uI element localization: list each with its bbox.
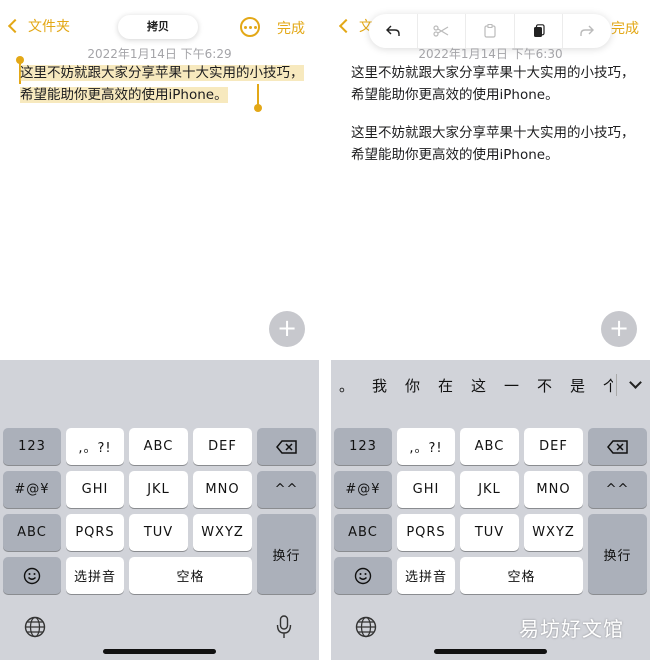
key-123[interactable]: 123: [334, 428, 392, 465]
back-button[interactable]: 文: [338, 16, 373, 36]
back-label: 文件夹: [28, 19, 70, 35]
note-date: 2022年1月14日 下午6:30: [418, 47, 563, 61]
key-def[interactable]: DEF: [193, 428, 252, 465]
divider: [319, 0, 331, 660]
return-key[interactable]: 换行: [257, 514, 316, 594]
right-screenshot: 文 完成 2022年1月14日 下午6:30 这里不妨就跟大家分享苹果十大实用的…: [331, 0, 650, 660]
note-paragraph[interactable]: 这里不妨就跟大家分享苹果十大实用的小技巧，希望能助你更高效的使用iPhone。: [351, 122, 636, 166]
key-pqrs[interactable]: PQRS: [66, 514, 124, 551]
candidate-item[interactable]: 是: [570, 375, 603, 396]
emoji-icon: [23, 567, 41, 584]
key-ghi[interactable]: GHI: [397, 471, 455, 508]
cut-button[interactable]: [418, 14, 467, 48]
key-select-pinyin[interactable]: 选拼音: [66, 557, 124, 594]
key-jkl[interactable]: JKL: [129, 471, 188, 508]
cut-icon: [433, 25, 449, 37]
space-key[interactable]: 空格: [460, 557, 583, 594]
add-button[interactable]: +: [601, 311, 637, 347]
left-screenshot: 文件夹 拷贝 完成 2022年1月14日 下午6:29 这里不妨就跟大家分享苹果…: [0, 0, 319, 660]
copy-button[interactable]: [515, 14, 564, 48]
key-abc[interactable]: ABC: [129, 428, 188, 465]
key-ghi[interactable]: GHI: [66, 471, 124, 508]
space-key[interactable]: 空格: [129, 557, 252, 594]
globe-icon[interactable]: [355, 616, 377, 638]
candidate-item[interactable]: 不: [537, 375, 570, 396]
emoji-key[interactable]: [3, 557, 61, 594]
key-wxyz[interactable]: WXYZ: [524, 514, 583, 551]
key-symbols[interactable]: #@¥: [334, 471, 392, 508]
emoji-icon: [354, 567, 372, 584]
delete-key[interactable]: [588, 428, 647, 465]
key-emoticon[interactable]: ^^: [588, 471, 647, 508]
key-def[interactable]: DEF: [524, 428, 583, 465]
copy-icon: [533, 24, 545, 37]
key-pqrs[interactable]: PQRS: [397, 514, 455, 551]
key-symbols[interactable]: #@¥: [3, 471, 61, 508]
chevron-down-icon[interactable]: [629, 376, 642, 389]
keyboard: 123 ,。?! ABC DEF #@¥ GHI JKL MNO ^^ ABC …: [0, 360, 319, 660]
paste-button[interactable]: [466, 14, 515, 48]
key-punctuation[interactable]: ,。?!: [66, 428, 124, 465]
key-jkl[interactable]: JKL: [460, 471, 519, 508]
key-wxyz[interactable]: WXYZ: [193, 514, 252, 551]
delete-icon: [606, 439, 628, 454]
key-punctuation[interactable]: ,。?!: [397, 428, 455, 465]
redo-button[interactable]: [563, 14, 611, 48]
key-abc-mode[interactable]: ABC: [3, 514, 61, 551]
key-abc[interactable]: ABC: [460, 428, 519, 465]
key-123[interactable]: 123: [3, 428, 61, 465]
candidate-item[interactable]: 你: [405, 375, 438, 396]
key-tuv[interactable]: TUV: [129, 514, 188, 551]
add-button[interactable]: +: [269, 311, 305, 347]
done-button[interactable]: 完成: [277, 18, 305, 38]
key-mno[interactable]: MNO: [524, 471, 583, 508]
done-button[interactable]: 完成: [611, 18, 639, 38]
home-indicator: [103, 649, 216, 654]
chevron-left-icon: [338, 18, 354, 34]
note-paragraph[interactable]: 这里不妨就跟大家分享苹果十大实用的小技巧，希望能助你更高效的使用iPhone。: [351, 62, 636, 106]
candidate-separator: [616, 374, 617, 396]
delete-key[interactable]: [257, 428, 316, 465]
home-indicator: [434, 649, 547, 654]
ellipsis-circle-icon[interactable]: [240, 17, 260, 37]
candidate-item[interactable]: 这: [471, 375, 504, 396]
candidate-item[interactable]: 在: [438, 375, 471, 396]
note-body[interactable]: 这里不妨就跟大家分享苹果十大实用的小技巧，希望能助你更高效的使用iPhone。: [20, 62, 305, 106]
note-date: 2022年1月14日 下午6:29: [87, 47, 232, 61]
candidate-item[interactable]: 一: [504, 375, 537, 396]
watermark-text: 易坊好文馆: [519, 617, 624, 641]
selected-text: 这里不妨就跟大家分享苹果十大实用的小技巧，希望能助你更高效的使用iPhone。: [20, 65, 304, 103]
candidate-item[interactable]: 个: [603, 375, 613, 396]
copy-popup-button[interactable]: 拷贝: [118, 15, 198, 39]
candidate-bar: 。 我 你 在 这 一 不 是 个: [331, 360, 650, 410]
candidate-item[interactable]: 我: [372, 375, 405, 396]
paste-icon: [484, 24, 496, 38]
key-tuv[interactable]: TUV: [460, 514, 519, 551]
chevron-left-icon: [7, 18, 23, 34]
emoji-key[interactable]: [334, 557, 392, 594]
key-emoticon[interactable]: ^^: [257, 471, 316, 508]
globe-icon[interactable]: [24, 616, 46, 638]
return-key[interactable]: 换行: [588, 514, 647, 594]
candidate-bar-empty: [0, 360, 319, 410]
edit-toolbar: [369, 14, 611, 48]
key-abc-mode[interactable]: ABC: [334, 514, 392, 551]
back-button[interactable]: 文件夹: [7, 16, 70, 36]
microphone-icon[interactable]: [276, 615, 292, 639]
undo-icon: [385, 25, 400, 36]
key-select-pinyin[interactable]: 选拼音: [397, 557, 455, 594]
candidate-item[interactable]: 。: [339, 375, 372, 396]
selection-end-handle[interactable]: [254, 84, 262, 112]
delete-icon: [275, 439, 297, 454]
redo-icon: [580, 25, 595, 36]
key-mno[interactable]: MNO: [193, 471, 252, 508]
undo-button[interactable]: [369, 14, 418, 48]
